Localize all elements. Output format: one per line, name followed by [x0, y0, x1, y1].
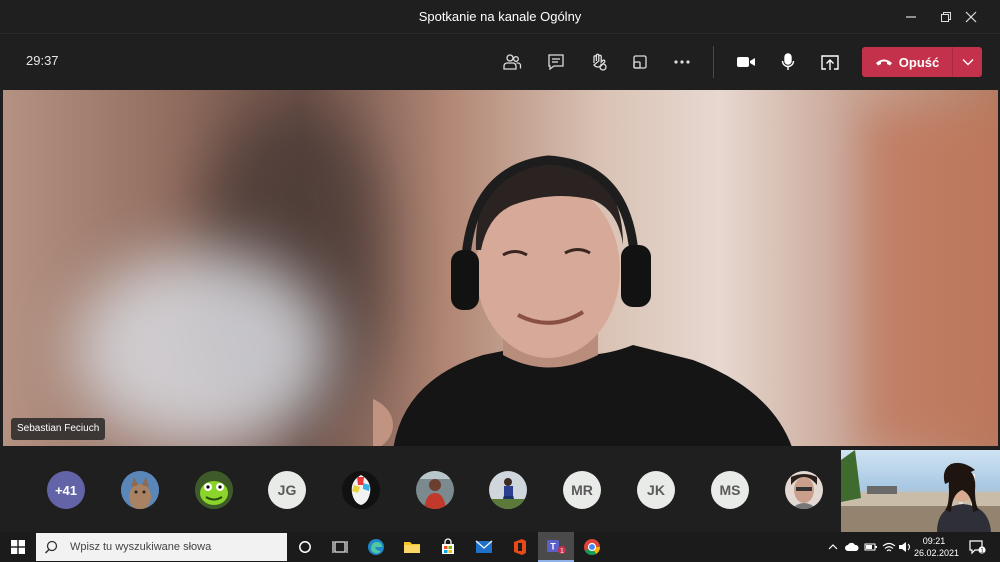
file-explorer-icon[interactable]	[397, 532, 427, 562]
svg-text:T: T	[550, 542, 556, 552]
self-view-figure	[841, 450, 1000, 532]
taskbar-clock[interactable]: 09:21 26.02.2021	[914, 535, 960, 559]
microphone-icon[interactable]	[774, 48, 802, 76]
cat-avatar[interactable]	[121, 471, 159, 509]
clock-date: 26.02.2021	[914, 548, 960, 558]
task-view-icon[interactable]	[325, 532, 355, 562]
notifications-icon[interactable]: 1	[962, 532, 992, 562]
mail-icon[interactable]	[469, 532, 499, 562]
meeting-toolbar: 29:37 Opuść	[0, 34, 1000, 90]
weather-icon[interactable]	[843, 532, 861, 562]
leave-main-button[interactable]: Opuść	[862, 47, 952, 77]
participant-avatar-initials[interactable]: MS	[711, 471, 749, 509]
chrome-icon[interactable]	[577, 532, 607, 562]
background-blur	[73, 250, 333, 446]
camera-icon[interactable]	[732, 48, 760, 76]
teams-icon[interactable]: T1	[538, 532, 574, 562]
overflow-participants-button[interactable]: +41	[47, 471, 85, 509]
green-monster-avatar[interactable]	[195, 471, 233, 509]
notifications-badge: 1	[980, 548, 984, 555]
store-icon[interactable]	[433, 532, 463, 562]
search-placeholder: Wpisz tu wyszukiwane słowa	[70, 541, 212, 553]
background-blur	[863, 110, 998, 446]
main-video-feed: Sebastian Feciuch	[3, 90, 998, 446]
more-icon[interactable]	[668, 48, 696, 76]
close-icon[interactable]	[956, 0, 986, 34]
participant-avatar-initials[interactable]: JK	[637, 471, 675, 509]
toolbar-divider	[713, 46, 714, 78]
search-icon	[44, 540, 58, 554]
chat-icon[interactable]	[542, 48, 570, 76]
share-icon[interactable]	[816, 48, 844, 76]
edge-icon[interactable]	[361, 532, 391, 562]
minimize-icon[interactable]	[896, 0, 926, 34]
participant-avatar-initials[interactable]: JG	[268, 471, 306, 509]
windows-taskbar: Wpisz tu wyszukiwane słowa T1 09:21 26.0…	[0, 532, 1000, 562]
cortana-icon[interactable]	[290, 532, 320, 562]
office-icon[interactable]	[505, 532, 535, 562]
meeting-timer: 29:37	[26, 53, 59, 68]
teams-badge: 1	[560, 548, 564, 555]
self-view-video	[841, 450, 1000, 532]
chevron-up-icon[interactable]	[826, 532, 840, 562]
window-title: Spotkanie na kanale Ogólny	[418, 9, 582, 24]
leave-button[interactable]: Opuść	[862, 47, 982, 77]
person-avatar[interactable]	[785, 471, 823, 509]
person-avatar[interactable]	[416, 471, 454, 509]
chevron-down-icon[interactable]	[953, 47, 982, 77]
leave-label: Opuść	[898, 54, 940, 70]
volume-icon[interactable]	[897, 532, 913, 562]
title-bar: Spotkanie na kanale Ogólny	[0, 0, 1000, 34]
hang-up-icon	[875, 59, 892, 66]
participant-avatar-initials[interactable]: MR	[563, 471, 601, 509]
breakout-rooms-icon[interactable]	[626, 48, 654, 76]
windows-start-icon[interactable]	[0, 532, 36, 562]
people-icon[interactable]	[498, 48, 526, 76]
logo-avatar[interactable]	[342, 471, 380, 509]
speaker-name-tag: Sebastian Feciuch	[11, 418, 106, 440]
battery-icon[interactable]	[862, 532, 880, 562]
speaker-figure	[373, 155, 792, 446]
raise-hand-icon[interactable]	[584, 48, 612, 76]
person-avatar[interactable]	[489, 471, 527, 509]
wifi-icon[interactable]	[880, 532, 898, 562]
taskbar-search-input[interactable]: Wpisz tu wyszukiwane słowa	[36, 533, 287, 561]
clock-time: 09:21	[922, 536, 946, 546]
